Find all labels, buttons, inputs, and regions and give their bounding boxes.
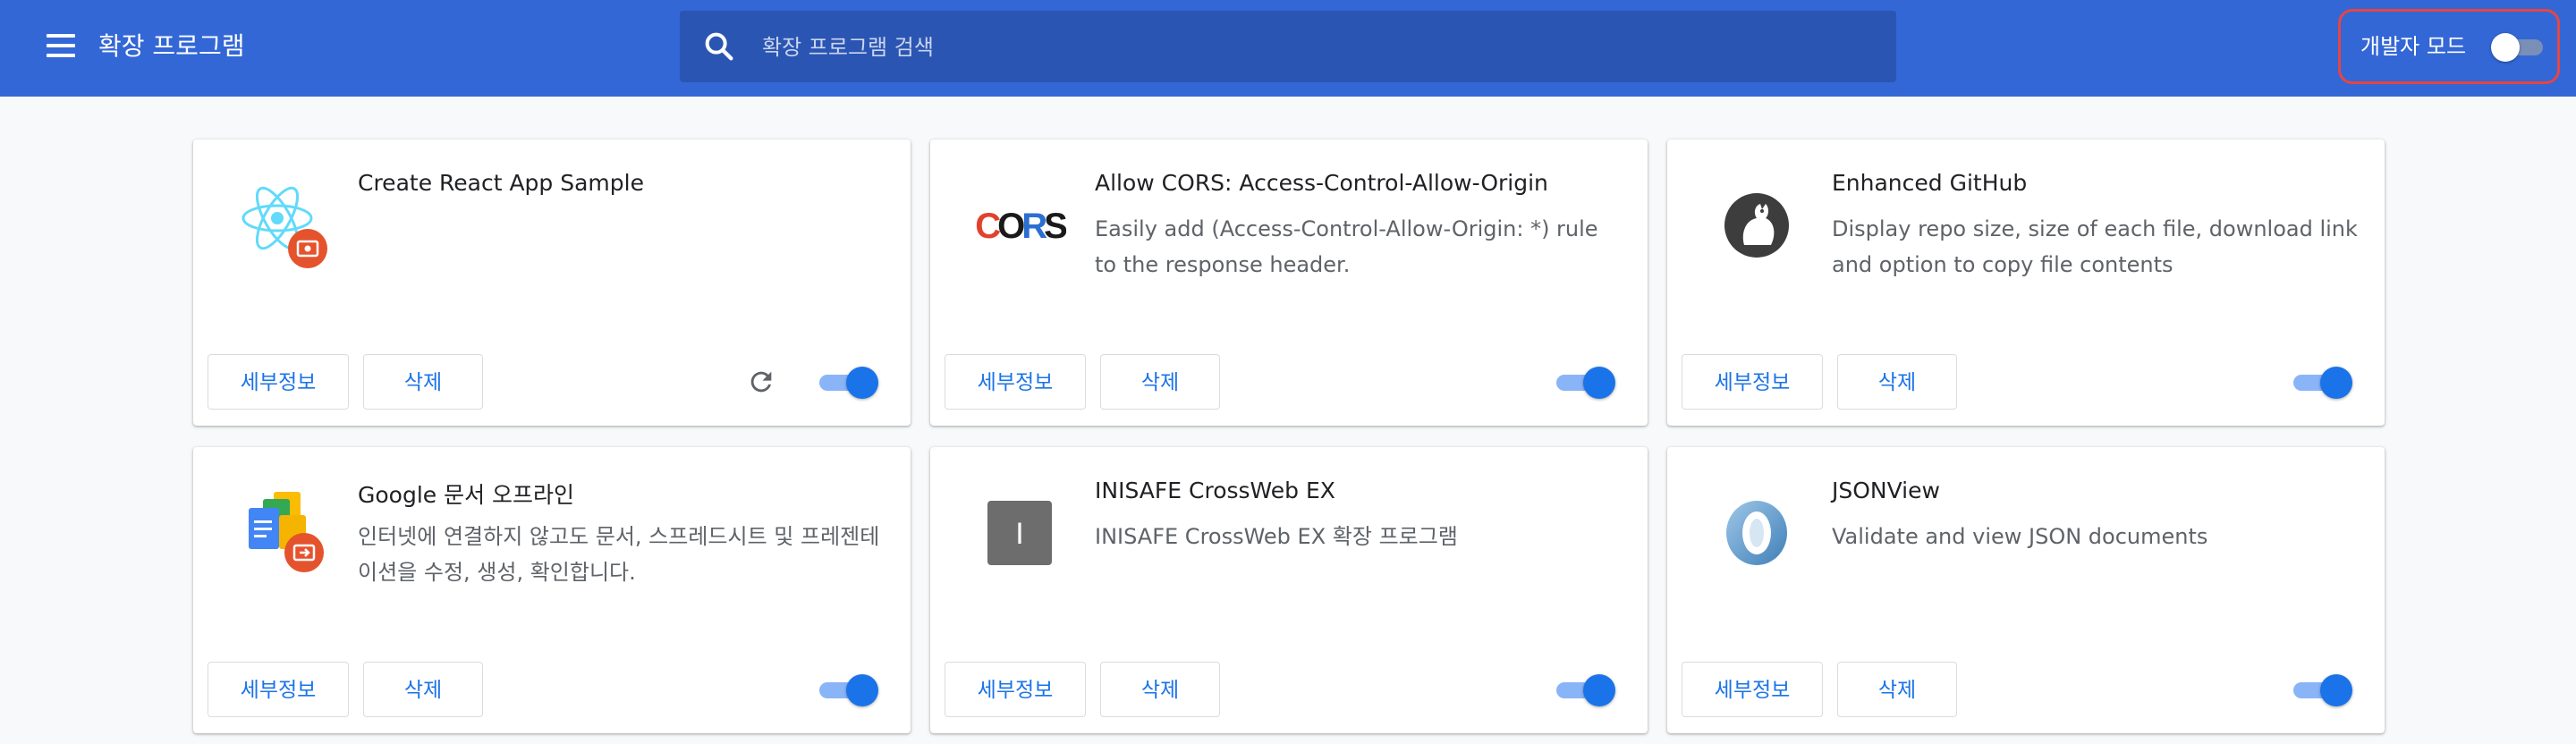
- remove-button[interactable]: 삭제: [1100, 662, 1220, 717]
- extension-card: CORS Allow CORS: Access-Control-Allow-Or…: [930, 140, 1648, 426]
- jsonview-icon: [1726, 501, 1787, 565]
- inisafe-icon-letter: I: [1015, 517, 1023, 551]
- react-icon: [242, 186, 327, 268]
- toolbar: 확장 프로그램 개발자 모드: [0, 0, 2576, 97]
- developer-mode-toggle-knob: [2491, 33, 2520, 62]
- extension-enable-toggle[interactable]: [2293, 674, 2352, 706]
- developer-mode-label: 개발자 모드: [2360, 34, 2467, 59]
- extension-name: Enhanced GitHub: [1832, 170, 2028, 196]
- extension-enable-toggle[interactable]: [1556, 367, 1615, 399]
- extension-name: Create React App Sample: [358, 170, 644, 196]
- search-icon: [705, 32, 733, 61]
- extension-enable-toggle[interactable]: [819, 674, 878, 706]
- remove-button[interactable]: 삭제: [363, 662, 483, 717]
- extension-toggle-knob: [2320, 674, 2352, 706]
- extension-enable-toggle[interactable]: [2293, 367, 2352, 399]
- details-button[interactable]: 세부정보: [1682, 354, 1823, 410]
- developer-mode-toggle[interactable]: [2491, 33, 2545, 62]
- details-button[interactable]: 세부정보: [1682, 662, 1823, 717]
- enhanced-github-icon: [1724, 193, 1789, 258]
- extension-card: Google 문서 오프라인 인터넷에 연결하지 않고도 문서, 스프레드시트 …: [193, 447, 911, 733]
- reload-icon[interactable]: [746, 367, 776, 397]
- extension-toggle-knob: [2320, 367, 2352, 399]
- extension-name: INISAFE CrossWeb EX: [1095, 478, 1335, 503]
- details-button[interactable]: 세부정보: [208, 354, 349, 410]
- page-title: 확장 프로그램: [98, 31, 245, 61]
- remove-button[interactable]: 삭제: [1837, 354, 1957, 410]
- details-button[interactable]: 세부정보: [208, 662, 349, 717]
- developer-mode-section: 개발자 모드: [2338, 9, 2560, 84]
- extension-toggle-knob: [1583, 674, 1615, 706]
- google-docs-icon: [249, 492, 324, 572]
- extension-card: Enhanced GitHub Display repo size, size …: [1667, 140, 2385, 426]
- details-button[interactable]: 세부정보: [945, 662, 1086, 717]
- svg-text:CORS: CORS: [975, 207, 1066, 246]
- extension-description: Validate and view JSON documents: [1832, 524, 2208, 549]
- extension-card: I INISAFE CrossWeb EX INISAFE CrossWeb E…: [930, 447, 1648, 733]
- search-box[interactable]: [680, 11, 1896, 84]
- extension-card: JSONView Validate and view JSON document…: [1667, 447, 2385, 733]
- menu-icon[interactable]: [41, 30, 80, 66]
- extension-toggle-knob: [846, 367, 878, 399]
- remove-button[interactable]: 삭제: [1837, 662, 1957, 717]
- extension-description: INISAFE CrossWeb EX 확장 프로그램: [1095, 524, 1458, 549]
- extension-toggle-knob: [1583, 367, 1615, 399]
- extension-description: 인터넷에 연결하지 않고도 문서, 스프레드시트 및 프레젠테이션을 수정, 생…: [358, 524, 880, 585]
- extension-enable-toggle[interactable]: [819, 367, 878, 399]
- extension-name: Allow CORS: Access-Control-Allow-Origin: [1095, 170, 1548, 196]
- details-button[interactable]: 세부정보: [945, 354, 1086, 410]
- extension-description: Easily add (Access-Control-Allow-Origin:…: [1095, 216, 1598, 277]
- extension-name: Google 문서 오프라인: [358, 482, 575, 508]
- cors-icon: CORS: [975, 207, 1066, 246]
- extension-toggle-knob: [846, 674, 878, 706]
- extension-name: JSONView: [1832, 478, 1940, 503]
- extension-enable-toggle[interactable]: [1556, 674, 1615, 706]
- extension-description: Display repo size, size of each file, do…: [1832, 216, 2358, 277]
- remove-button[interactable]: 삭제: [363, 354, 483, 410]
- inisafe-icon: I: [987, 501, 1052, 565]
- search-input[interactable]: [760, 11, 1873, 84]
- remove-button[interactable]: 삭제: [1100, 354, 1220, 410]
- extension-card: Create React App Sample 세부정보 삭제: [193, 140, 911, 426]
